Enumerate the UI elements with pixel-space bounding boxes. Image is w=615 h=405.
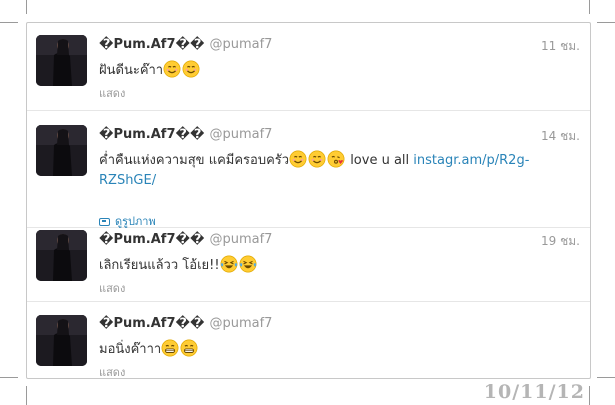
avatar-image [36,125,87,176]
grin-emoji-icon [180,339,198,357]
username[interactable]: @pumaf7 [209,232,272,247]
crop-mark [0,22,18,23]
display-name[interactable]: �Pum.Af7�� [99,127,204,142]
screenshot-canvas: �Pum.Af7�� @pumaf7 11 ชม. ฝันดีนะค๊าา แสด… [0,0,615,405]
laugh-crying-emoji-icon [239,255,257,273]
crop-mark [0,377,18,378]
tweet-text: มอนิ่งค๊าาา [99,339,572,360]
tweet-text-content: ค่ำคืนแห่งความสุข แคมีครอบครัว [99,153,290,168]
tweet-text: ฝันดีนะค๊าา [99,60,572,81]
crop-mark [589,0,590,14]
tweet-text: ค่ำคืนแห่งความสุข แคมีครอบครัว love u al… [99,150,572,191]
avatar[interactable] [36,315,87,366]
crop-mark [589,386,590,405]
expand-link[interactable]: แสดง [99,363,125,378]
date-stamp: 10/11/12 [483,381,585,403]
avatar-image [36,35,87,86]
tweet-header: �Pum.Af7�� @pumaf7 11 ชม. [99,37,580,55]
avatar-image [36,230,87,281]
tweet-text-content: เลิกเรียนแล้วว โอ้เย!! [99,258,220,273]
crop-mark [26,386,27,405]
display-name[interactable]: �Pum.Af7�� [99,316,204,331]
username[interactable]: @pumaf7 [209,316,272,331]
tweet-item[interactable]: �Pum.Af7�� @pumaf7 มอนิ่งค๊าาา แสดง [27,302,590,378]
tweet-header: �Pum.Af7�� @pumaf7 14 ชม. [99,127,580,145]
tweet-text: เลิกเรียนแล้วว โอ้เย!! [99,255,572,276]
timestamp[interactable]: 11 ชม. [541,37,580,56]
username[interactable]: @pumaf7 [209,127,272,142]
timestamp[interactable]: 19 ชม. [541,232,580,251]
tweet-timeline: �Pum.Af7�� @pumaf7 11 ชม. ฝันดีนะค๊าา แสด… [26,22,591,379]
tweet-text-content: ฝันดีนะค๊าา [99,63,164,78]
tweet-text-content: มอนิ่งค๊าาา [99,342,162,357]
crop-mark [597,22,615,23]
grin-emoji-icon [161,339,179,357]
kiss-emoji-icon [327,150,345,168]
expand-link[interactable]: แสดง [99,84,125,102]
photo-icon [99,218,110,226]
avatar[interactable] [36,230,87,281]
expand-link[interactable]: แสดง [99,279,125,297]
username[interactable]: @pumaf7 [209,37,272,52]
tweet-header: �Pum.Af7�� @pumaf7 [99,316,580,334]
tweet-item[interactable]: �Pum.Af7�� @pumaf7 11 ชม. ฝันดีนะค๊าา แสด… [27,23,590,111]
view-photo-label: ดูรูปภาพ [115,215,156,228]
timestamp[interactable]: 14 ชม. [541,127,580,146]
smile-emoji-icon [308,150,326,168]
crop-mark [26,0,27,14]
crop-mark [597,377,615,378]
avatar-image [36,315,87,366]
smile-emoji-icon [182,60,200,78]
avatar[interactable] [36,125,87,176]
tweet-text-content: love u all [346,153,414,168]
tweet-item[interactable]: �Pum.Af7�� @pumaf7 14 ชม. ค่ำคืนแห่งความส… [27,111,590,228]
display-name[interactable]: �Pum.Af7�� [99,37,204,52]
smile-emoji-icon [163,60,181,78]
laugh-crying-emoji-icon [220,255,238,273]
avatar[interactable] [36,35,87,86]
smile-emoji-icon [289,150,307,168]
tweet-item[interactable]: �Pum.Af7�� @pumaf7 19 ชม. เลิกเรียนแล้วว … [27,228,590,302]
display-name[interactable]: �Pum.Af7�� [99,232,204,247]
tweet-header: �Pum.Af7�� @pumaf7 19 ชม. [99,232,580,250]
